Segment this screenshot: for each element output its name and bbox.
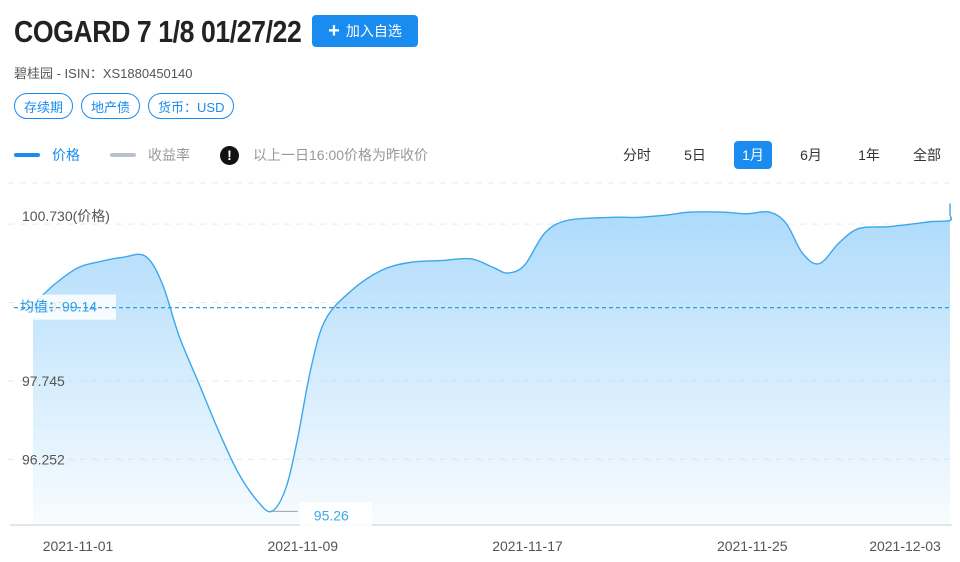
tag-maturity-status[interactable]: 存续期	[14, 93, 74, 119]
bond-title: COGARD 7 1/8 01/27/22	[14, 14, 302, 49]
legend-yield-label: 收益率	[148, 147, 190, 163]
add-to-watchlist-label: 加入自选	[345, 23, 402, 39]
min-value-label: 95.26	[314, 507, 349, 523]
y-tick-label: 96.252	[22, 451, 65, 467]
y-tick-label: 97.745	[22, 373, 65, 389]
issuer-isin: 碧桂园 - ISIN：XS1880450140	[14, 66, 193, 81]
plus-icon: +	[328, 20, 340, 42]
period-all[interactable]: 全部	[908, 141, 946, 169]
period-5d[interactable]: 5日	[676, 141, 714, 169]
x-tick-label: 2021-11-01	[43, 538, 114, 554]
period-1m[interactable]: 1月	[734, 141, 772, 169]
header: COGARD 7 1/8 01/27/22 + 加入自选	[14, 12, 946, 52]
period-1y[interactable]: 1年	[850, 141, 888, 169]
close-price-note: ! 以上一日16:00价格为昨收价	[220, 145, 428, 165]
period-6m[interactable]: 6月	[792, 141, 830, 169]
chart-legend: 价格 收益率 ! 以上一日16:00价格为昨收价	[14, 143, 428, 167]
x-tick-label: 2021-11-25	[717, 538, 788, 554]
x-tick-label: 2021-11-09	[267, 538, 338, 554]
legend-yield[interactable]: 收益率	[110, 145, 190, 165]
price-chart[interactable]: 100.730(价格)99.23797.74596.252均值：99.1495.…	[0, 178, 960, 562]
price-area	[33, 204, 952, 526]
tag-currency[interactable]: 货币：USD	[148, 93, 235, 119]
period-selector: 分时 5日 1月 6月 1年 全部	[602, 141, 946, 169]
tag-list: 存续期 地产债 货币：USD	[14, 93, 235, 119]
period-intraday[interactable]: 分时	[618, 141, 656, 169]
average-label: 均值：99.14	[20, 299, 97, 315]
price-line-swatch	[14, 153, 40, 157]
legend-price[interactable]: 价格	[14, 145, 80, 165]
x-tick-label: 2021-12-03	[869, 538, 941, 554]
exclamation-icon: !	[220, 145, 239, 165]
legend-price-label: 价格	[52, 147, 80, 163]
tag-sector[interactable]: 地产债	[81, 93, 141, 119]
close-price-note-text: 以上一日16:00价格为昨收价	[253, 147, 429, 163]
y-tick-label: 100.730(价格)	[22, 208, 110, 224]
add-to-watchlist-button[interactable]: + 加入自选	[312, 15, 418, 47]
yield-line-swatch	[110, 153, 136, 157]
x-tick-label: 2021-11-17	[492, 538, 563, 554]
